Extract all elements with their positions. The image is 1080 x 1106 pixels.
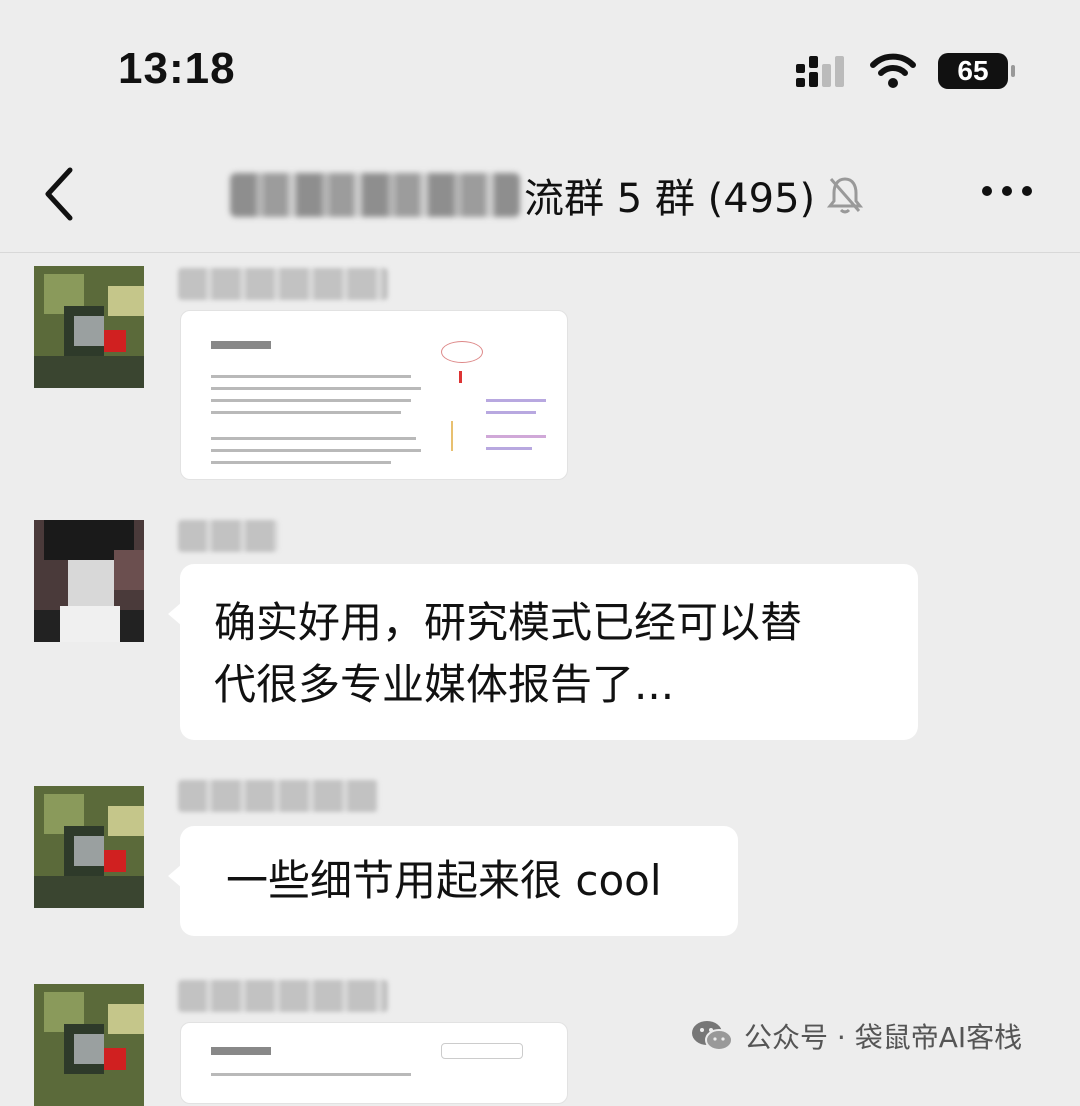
watermark: 公众号 · 袋鼠帝AI客栈 [690, 1016, 1022, 1056]
avatar[interactable] [34, 520, 144, 642]
text-message[interactable]: 一些细节用起来很 cool [168, 826, 738, 936]
more-options-icon[interactable] [982, 186, 1032, 196]
sender-name [178, 780, 378, 812]
battery-icon: 65 [938, 53, 1015, 89]
signal-icon [796, 56, 844, 87]
sender-name [178, 520, 278, 552]
blurred-title-part [230, 173, 520, 217]
wifi-icon [870, 53, 916, 88]
wechat-icon [692, 1021, 733, 1051]
chat-title-area[interactable]: 流群 5 群 (495) [230, 166, 864, 224]
avatar[interactable] [34, 984, 144, 1106]
watermark-text: 公众号 · 袋鼠帝AI客栈 [744, 1021, 1023, 1054]
message-line: 确实好用，研究模式已经可以替 [214, 598, 803, 647]
chat-title: 流群 5 群 (495) [524, 176, 816, 222]
image-message[interactable] [180, 310, 568, 480]
text-message[interactable]: 确实好用，研究模式已经可以替 代很多专业媒体报告了... [168, 564, 918, 740]
status-time: 13:18 [118, 44, 236, 93]
back-icon[interactable] [40, 164, 80, 224]
sender-name [178, 268, 388, 300]
sender-name [178, 980, 388, 1012]
chat-header: 流群 5 群 (495) [0, 140, 1080, 253]
mute-bell-icon [827, 177, 864, 214]
status-icons: 65 [794, 52, 1015, 90]
image-message[interactable] [180, 1022, 568, 1104]
message-text: 一些细节用起来很 cool [226, 856, 662, 905]
status-bar: 13:18 65 [0, 0, 1080, 140]
message-line: 代很多专业媒体报告了... [214, 660, 675, 709]
avatar[interactable] [34, 786, 144, 908]
avatar[interactable] [34, 266, 144, 388]
